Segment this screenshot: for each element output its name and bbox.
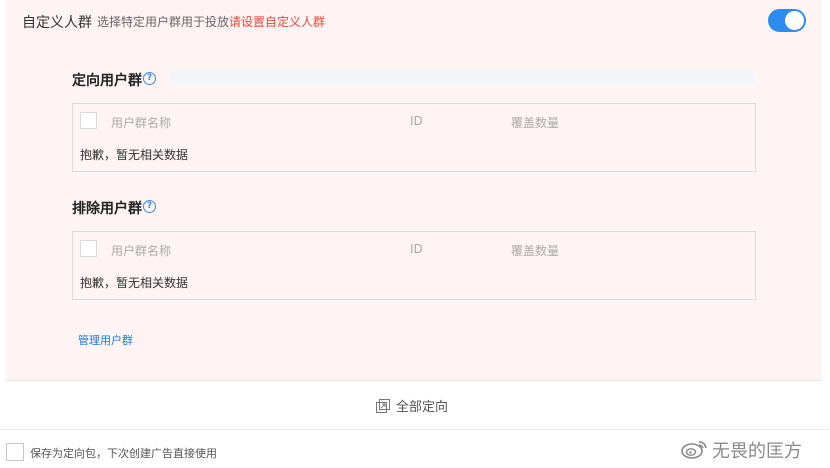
question-icon[interactable]: ? [143,72,156,85]
exclude-section-title: 排除用户群 [72,201,142,217]
select-all-checkbox[interactable] [80,112,97,129]
column-header-coverage: 覆盖数量 [511,244,560,258]
question-icon[interactable]: ? [143,200,156,213]
include-section-title: 定向用户群 [72,73,142,89]
column-header-id: ID [410,242,423,256]
custom-audience-panel [6,0,822,380]
column-header-coverage: 覆盖数量 [511,116,560,130]
column-header-name: 用户群名称 [111,116,172,130]
description-text: 选择特定用户群用于投放 [97,15,230,29]
divider [6,380,822,381]
include-groups-table: 用户群名称 ID 覆盖数量 抱歉，暂无相关数据 [72,103,756,172]
table-header: 用户群名称 ID 覆盖数量 [73,232,755,267]
exclude-groups-table: 用户群名称 ID 覆盖数量 抱歉，暂无相关数据 [72,231,756,300]
custom-audience-title: 自定义人群 [22,15,92,31]
custom-audience-description: 选择特定用户群用于投放请设置自定义人群 [97,13,325,30]
toggle-knob [785,11,804,30]
column-header-name: 用户群名称 [111,244,172,258]
watermark: 无畏的匡方 [681,434,826,464]
empty-state-text: 抱歉，暂无相关数据 [80,148,189,162]
column-header-id: ID [410,114,423,128]
table-header: 用户群名称 ID 覆盖数量 [73,104,755,139]
divider [0,429,830,430]
manage-groups-link[interactable]: 管理用户群 [78,332,133,348]
all-targeting-button[interactable]: 全部定向 [376,396,448,415]
empty-state-text: 抱歉，暂无相关数据 [80,276,189,290]
title-bar [170,71,755,85]
collapse-icon [376,399,390,413]
save-targeting-checkbox[interactable] [6,443,24,461]
select-all-checkbox[interactable] [80,240,97,257]
weibo-icon [681,441,707,459]
watermark-text: 无畏的匡方 [712,441,802,462]
set-custom-audience-link[interactable]: 请设置自定义人群 [229,15,325,29]
custom-audience-toggle[interactable] [768,9,806,32]
save-targeting-label: 保存为定向包，下次创建广告直接使用 [30,447,217,460]
all-targeting-label: 全部定向 [396,400,449,415]
